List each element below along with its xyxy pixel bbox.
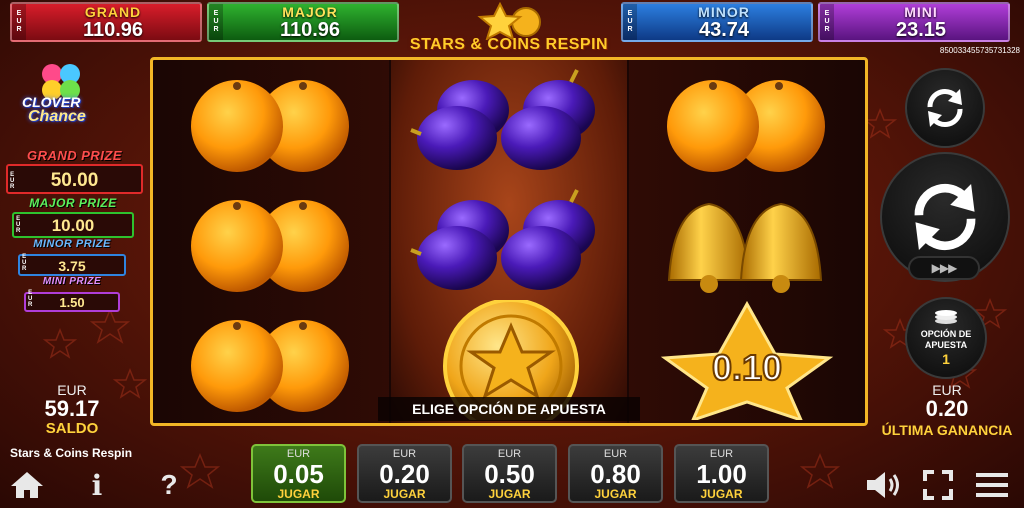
bet-play-label: JUGAR xyxy=(594,487,637,501)
prize-currency: EUR xyxy=(16,216,21,234)
home-icon xyxy=(11,472,43,498)
mini-prize: MINI PRIZE 1.50 E U R xyxy=(24,276,120,312)
turbo-button[interactable]: ▶▶▶ xyxy=(908,256,980,280)
last-win-label: ÚLTIMA GANANCIA xyxy=(881,422,1013,438)
last-win-value: 0.20 xyxy=(925,396,969,421)
oranges-symbol xyxy=(191,200,349,292)
choose-bet-message: ELIGE OPCIÓN DE APUESTA xyxy=(378,397,640,421)
reel-area: 0.10 xyxy=(150,57,868,426)
menu-button[interactable] xyxy=(972,468,1012,502)
minor-prize: MINOR PRIZE 3.75 E U R xyxy=(18,238,126,276)
reel-1 xyxy=(153,60,389,423)
reel-3: 0.10 xyxy=(629,60,865,423)
game-logo-title: STARS & COINS RESPIN xyxy=(409,36,609,53)
oranges-symbol xyxy=(191,320,349,412)
grand-prize-label: GRAND PRIZE xyxy=(26,148,123,163)
grand-prize-value: 50.00 E U R xyxy=(6,164,143,194)
major-jackpot: EUR MAJOR 110.96 xyxy=(207,2,399,42)
minor-prize-label: MINOR PRIZE xyxy=(33,238,111,250)
mini-prize-label: MINI PRIZE xyxy=(42,276,102,287)
major-jackpot-label: MAJOR xyxy=(282,4,338,20)
jackpot-currency: EUR xyxy=(209,4,223,40)
grand-prize: GRAND PRIZE 50.00 E U R xyxy=(6,148,143,194)
balance-label: SALDO xyxy=(45,420,99,437)
bet-value: 0.50 xyxy=(484,459,535,489)
major-prize-value: 10.00 E U R xyxy=(12,212,134,238)
help-button[interactable]: ? xyxy=(154,468,184,502)
fullscreen-button[interactable] xyxy=(920,468,956,502)
hamburger-menu-icon xyxy=(976,473,1008,497)
oranges-symbol xyxy=(191,80,349,172)
bet-option-value: 1 xyxy=(942,351,950,367)
mini-jackpot-value: 23.15 xyxy=(895,19,947,41)
fullscreen-icon xyxy=(923,470,953,500)
sound-button[interactable] xyxy=(864,468,904,502)
speaker-icon xyxy=(867,472,899,498)
bet-play-label: JUGAR xyxy=(277,487,320,501)
bet-button-4[interactable]: EUR 0.80 JUGAR xyxy=(568,444,663,503)
star-value-text: 0.10 xyxy=(712,347,782,388)
star-value-symbol: 0.10 xyxy=(660,300,834,420)
major-prize-label: MAJOR PRIZE xyxy=(29,196,117,210)
prize-currency: EUR xyxy=(10,172,15,190)
mini-prize-value: 1.50 E U R xyxy=(24,290,120,312)
reel-2 xyxy=(391,60,627,423)
bet-button-3[interactable]: EUR 0.50 JUGAR xyxy=(462,444,557,503)
grand-jackpot-label: GRAND xyxy=(84,4,142,20)
bet-value: 0.05 xyxy=(273,459,324,489)
clover-logo-line2: Chance xyxy=(28,108,86,125)
bet-option-label: OPCIÓN DE APUESTA xyxy=(920,329,972,350)
major-jackpot-value: 110.96 xyxy=(279,19,341,41)
bet-value: 0.20 xyxy=(379,459,430,489)
bet-play-label: JUGAR xyxy=(383,487,426,501)
info-button[interactable]: i xyxy=(82,468,112,502)
bet-option-button[interactable]: OPCIÓN DE APUESTA 1 xyxy=(905,297,987,379)
bet-button-5[interactable]: EUR 1.00 JUGAR xyxy=(674,444,769,503)
game-logo-star-icon xyxy=(477,2,541,40)
coins-stack-icon xyxy=(935,310,957,324)
prize-currency: EUR xyxy=(22,254,27,272)
grand-jackpot: EUR GRAND 110.96 xyxy=(10,2,202,42)
jackpot-currency: EUR xyxy=(623,4,637,40)
minor-jackpot-label: MINOR xyxy=(698,4,750,20)
major-prize: MAJOR PRIZE 10.00 E U R xyxy=(12,196,134,238)
home-button[interactable] xyxy=(8,468,46,502)
mini-jackpot-label: MINI xyxy=(904,4,938,20)
autoplay-button[interactable] xyxy=(905,68,985,148)
minor-jackpot: EUR MINOR 43.74 xyxy=(621,2,813,42)
bet-button-1[interactable]: EUR 0.05 JUGAR xyxy=(251,444,346,503)
game-name: Stars & Coins Respin xyxy=(10,446,133,460)
grand-jackpot-value: 110.96 xyxy=(82,19,144,41)
balance-value: 59.17 xyxy=(44,396,100,421)
bet-play-label: JUGAR xyxy=(700,487,743,501)
jackpot-currency: EUR xyxy=(12,4,26,40)
bet-value: 0.80 xyxy=(590,459,641,489)
bells-symbol xyxy=(667,202,823,293)
session-serial: 850033455735731328 xyxy=(939,46,1020,55)
minor-jackpot-value: 43.74 xyxy=(698,19,750,41)
oranges-symbol xyxy=(667,80,825,172)
refresh-icon xyxy=(927,88,963,128)
prize-currency: EUR xyxy=(28,290,33,308)
bet-value: 1.00 xyxy=(696,459,747,489)
bet-play-label: JUGAR xyxy=(488,487,531,501)
jackpot-currency: EUR xyxy=(820,4,834,40)
minor-prize-value: 3.75 E U R xyxy=(18,254,126,276)
spin-icon xyxy=(914,183,976,251)
plums-symbol xyxy=(410,69,595,170)
mini-jackpot: EUR MINI 23.15 xyxy=(818,2,1010,42)
bet-button-2[interactable]: EUR 0.20 JUGAR xyxy=(357,444,452,503)
plums-symbol xyxy=(410,189,595,290)
